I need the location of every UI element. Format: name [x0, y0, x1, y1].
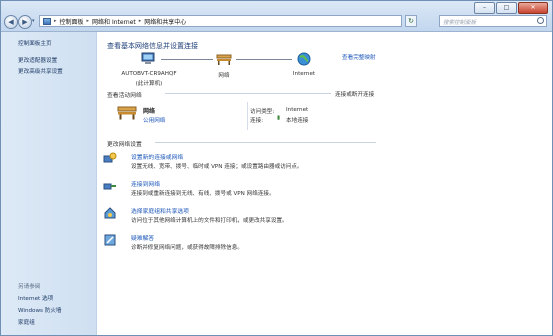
chevron-right-icon[interactable]: ▸: [139, 18, 142, 24]
bench-icon: [117, 106, 137, 120]
homegroup-icon: [104, 207, 116, 219]
search-icon[interactable]: [537, 17, 544, 24]
divider: [165, 93, 331, 94]
page-title: 查看基本网络信息并设置连接: [107, 42, 198, 50]
divider: [247, 102, 248, 130]
connect-disconnect-link[interactable]: 连接或断开连接: [335, 90, 374, 98]
computer-icon: [141, 52, 155, 64]
connect-network-desc: 连接到或重新连接到无线、有线、拨号或 VPN 网络连接。: [131, 191, 275, 197]
breadcrumb-control-panel[interactable]: 控制面板: [60, 17, 84, 26]
computer-sub: (此计算机): [135, 81, 163, 87]
window: – □ ✕ ◀ ▶ ▾ ▸ 控制面板 ▸ 网络和 Internet ▸ 网络和共…: [0, 0, 553, 336]
access-type-label: 访问类型:: [250, 109, 275, 115]
chevron-right-icon[interactable]: ▸: [54, 18, 57, 24]
back-arrow-icon[interactable]: ◀: [4, 15, 18, 29]
full-map-link[interactable]: 查看完整映射: [342, 53, 376, 61]
divider: [155, 142, 376, 143]
refresh-icon[interactable]: ↻: [405, 15, 417, 27]
computer-name: AUTOBVT-CR9AHQF: [121, 71, 177, 77]
sidebar-item-internet-options[interactable]: Internet 选项: [18, 294, 53, 302]
address-toolbar: – □ ✕ ◀ ▶ ▾ ▸ 控制面板 ▸ 网络和 Internet ▸ 网络和共…: [1, 1, 552, 32]
change-settings-header: 更改网络设置: [107, 142, 142, 148]
connect-network-icon: [103, 183, 116, 190]
network-label: 网络: [218, 73, 230, 79]
connect-network-link[interactable]: 连接到网络: [131, 179, 160, 188]
forward-arrow-icon[interactable]: ▶: [18, 15, 32, 29]
chevron-right-icon[interactable]: ▸: [87, 18, 90, 24]
maximize-button[interactable]: □: [496, 2, 517, 14]
globe-icon: [297, 52, 311, 66]
setup-connection-link[interactable]: 设置新的连接或网络: [131, 152, 183, 161]
troubleshoot-link[interactable]: 疑难解答: [131, 233, 154, 242]
window-controls: – □ ✕: [474, 2, 548, 14]
sidebar: 控制面板主页 更改适配器设置 更改高级共享设置 另请参阅 Internet 选项…: [1, 32, 97, 335]
network-node[interactable]: [214, 52, 234, 68]
network-setup-icon: [103, 152, 117, 163]
ethernet-icon: ▮: [277, 115, 281, 121]
homegroup-sharing-desc: 访问位于其他网络计算机上的文件和打印机，或更改共享设置。: [131, 218, 288, 224]
search-input[interactable]: 搜索控制面板: [439, 15, 547, 27]
homegroup-sharing-link[interactable]: 选择家庭组和共享选项: [131, 206, 189, 215]
main-content: 查看基本网络信息并设置连接 查看完整映射 AUTOBVT-CR9AHQF (此计…: [97, 32, 552, 335]
access-type-value: Internet: [286, 107, 309, 113]
minimize-button[interactable]: –: [474, 2, 495, 14]
address-bar[interactable]: ▸ 控制面板 ▸ 网络和 Internet ▸ 网络和共享中心: [39, 15, 402, 27]
link-line-1: [161, 59, 213, 60]
see-also-heading: 另请参阅: [18, 284, 41, 290]
history-dropdown-icon[interactable]: ▾: [32, 18, 35, 24]
active-network: 网络 公用网络: [107, 98, 249, 130]
link-line-2: [236, 59, 292, 60]
close-button[interactable]: ✕: [518, 2, 548, 14]
connections-label: 连接:: [250, 118, 264, 124]
local-connection-link[interactable]: 本地连接: [286, 116, 308, 124]
sidebar-item-advanced-sharing[interactable]: 更改高级共享设置: [18, 67, 63, 75]
search-placeholder: 搜索控制面板: [443, 20, 477, 26]
sidebar-item-windows-firewall[interactable]: Windows 防火墙: [18, 306, 62, 314]
sidebar-item-adapter-settings[interactable]: 更改适配器设置: [18, 56, 57, 64]
sidebar-item-homegroup[interactable]: 家庭组: [18, 318, 35, 326]
control-panel-icon: [43, 17, 51, 25]
internet-node[interactable]: [294, 52, 314, 68]
troubleshoot-icon: [104, 234, 116, 246]
troubleshoot-desc: 诊断并修复网络问题，或获得故障排除信息。: [131, 245, 243, 251]
internet-label: Internet: [292, 71, 316, 77]
network-type-link[interactable]: 公用网络: [143, 116, 165, 124]
setup-connection-desc: 设置无线、宽带、拨号、临时或 VPN 连接；或设置路由器或访问点。: [131, 164, 303, 170]
network-name: 网络: [143, 108, 156, 115]
breadcrumb-network-internet[interactable]: 网络和 Internet: [92, 17, 136, 26]
computer-node: [133, 52, 163, 68]
sidebar-item-home[interactable]: 控制面板主页: [18, 39, 52, 47]
breadcrumb-sharing-center[interactable]: 网络和共享中心: [144, 17, 186, 26]
bench-icon: [216, 54, 232, 65]
